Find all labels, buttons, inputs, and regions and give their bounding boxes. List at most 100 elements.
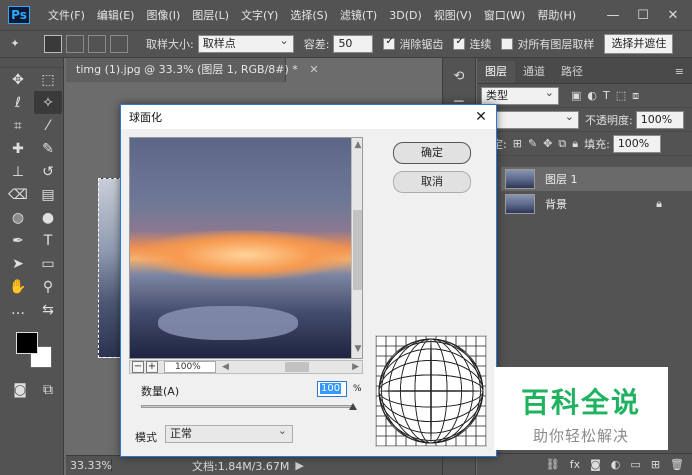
scroll-down-arrow-icon[interactable]: ▼ [352,344,362,354]
eyedropper-tool-icon[interactable]: ⁄ [34,114,62,137]
new-selection-icon[interactable] [44,35,62,53]
layer-kind-select[interactable]: 类型 [481,85,559,105]
history-brush-tool-icon[interactable]: ↺ [34,160,62,183]
link-layers-icon[interactable]: ⛓ [546,458,560,471]
filter-preview[interactable]: ▲ ▼ [129,137,363,359]
blur-tool-icon[interactable]: ◍ [4,206,32,229]
cancel-button[interactable]: 取消 [393,171,471,193]
ok-button[interactable]: 确定 [393,142,471,164]
swap-colors-icon[interactable]: ⇆ [34,298,62,321]
tab-channels[interactable]: 通道 [515,61,553,83]
layer-row-background[interactable]: 背景 🔒︎ [501,192,692,216]
rectangle-tool-icon[interactable]: ▭ [34,252,62,275]
amount-slider-thumb[interactable] [349,403,357,410]
group-icon[interactable]: ▭ [630,458,640,471]
screen-mode-icon[interactable]: ⧉ [34,378,62,401]
eraser-tool-icon[interactable]: ⌫ [4,183,32,206]
tab-paths[interactable]: 路径 [553,61,591,83]
magic-wand-preset-icon[interactable]: ✦ [6,35,24,53]
menu-filter[interactable]: 滤镜(T) [334,7,383,23]
document-tab[interactable]: timg (1).jpg @ 33.3% (图层 1, RGB/8#) * ✕ [66,58,319,82]
preview-scroll-thumb[interactable] [353,210,362,290]
crop-tool-icon[interactable]: ⌗ [4,114,32,137]
move-tool-icon[interactable]: ✥ [4,68,32,91]
lock-transparency-icon[interactable]: ⊞ [513,137,522,150]
marquee-tool-icon[interactable]: ⬚ [34,68,62,91]
menu-help[interactable]: 帮助(H) [531,7,582,23]
dialog-close-icon[interactable]: ✕ [466,109,496,125]
menu-3d[interactable]: 3D(D) [383,9,428,22]
preview-vertical-scrollbar[interactable]: ▲ ▼ [351,138,362,358]
contiguous-checkbox[interactable] [453,36,466,50]
menu-select[interactable]: 选择(S) [284,7,334,23]
delete-layer-icon[interactable]: 🗑︎ [670,458,684,471]
lock-all-icon[interactable]: 🔒︎ [572,137,578,151]
dodge-tool-icon[interactable]: ● [34,206,62,229]
gradient-tool-icon[interactable]: ▤ [34,183,62,206]
scroll-up-arrow-icon[interactable]: ▲ [352,140,362,150]
fx-icon[interactable]: fx [570,458,580,471]
path-selection-tool-icon[interactable]: ➤ [4,252,32,275]
panel-menu-icon[interactable]: ≡ [675,61,684,83]
lock-artboard-icon[interactable]: ⧉ [558,137,566,151]
lock-paint-icon[interactable]: ✎ [528,137,537,150]
pen-tool-icon[interactable]: ✒ [4,229,32,252]
preview-image[interactable] [130,138,351,358]
new-layer-icon[interactable]: ⊞ [651,458,660,471]
mode-select[interactable]: 正常 [165,423,293,443]
add-mask-icon[interactable]: ◙ [590,458,601,471]
clone-stamp-tool-icon[interactable]: ⊥ [4,160,32,183]
brush-tool-icon[interactable]: ✎ [34,137,62,160]
sample-size-select[interactable]: 取样点 [197,33,294,53]
preview-horizontal-thumb[interactable] [284,362,309,372]
adjustment-layer-icon[interactable]: ◐ [611,458,621,471]
status-menu-arrow[interactable]: ▶ [295,459,303,472]
magic-wand-tool-icon[interactable]: ✧ [34,91,62,114]
history-panel-icon[interactable]: ⟲ [448,66,470,88]
healing-brush-tool-icon[interactable]: ✚ [4,137,32,160]
menu-layer[interactable]: 图层(L) [186,7,235,23]
filter-smart-icon[interactable]: ⧈ [632,89,639,103]
quick-mask-icon[interactable]: ◙ [6,378,34,401]
toolbar-grip[interactable] [0,58,63,68]
intersect-selection-icon[interactable] [110,35,128,53]
filter-pixel-icon[interactable]: ▣ [571,89,581,102]
maximize-button[interactable]: ☐ [628,8,658,23]
amount-input[interactable]: 100 [317,381,347,397]
filter-type-icon[interactable]: T [603,89,610,102]
lasso-tool-icon[interactable]: ℓ [4,91,32,114]
preview-zoom-select[interactable]: 100% [164,361,216,373]
close-tab-icon[interactable]: ✕ [309,63,318,76]
menu-type[interactable]: 文字(Y) [235,7,284,23]
antialias-checkbox[interactable] [383,36,396,50]
menu-window[interactable]: 窗口(W) [478,7,531,23]
menu-edit[interactable]: 编辑(E) [91,7,141,23]
layer-row-layer1[interactable]: 图层 1 [501,167,692,191]
type-tool-icon[interactable]: T [34,229,62,252]
sample-all-layers-checkbox[interactable] [501,38,514,50]
menu-view[interactable]: 视图(V) [428,7,478,23]
tolerance-input[interactable]: 50 [333,35,374,53]
zoom-in-icon[interactable]: + [146,361,158,373]
more-tools-icon[interactable]: … [4,298,32,321]
zoom-tool-icon[interactable]: ⚲ [34,275,62,298]
amount-slider-track[interactable] [141,405,353,408]
zoom-level[interactable]: 33.33% [66,459,112,472]
minimize-button[interactable]: — [598,8,628,23]
close-window-button[interactable]: ✕ [658,8,688,23]
scroll-left-arrow-icon[interactable]: ◀ [222,362,229,372]
subtract-selection-icon[interactable] [88,35,106,53]
lock-position-icon[interactable]: ✥ [543,137,552,150]
fill-input[interactable]: 100% [612,134,661,153]
add-selection-icon[interactable] [66,35,84,53]
filter-shape-icon[interactable]: ⬚ [616,89,626,102]
opacity-input[interactable]: 100% [635,110,684,129]
zoom-out-icon[interactable]: − [132,361,144,373]
tab-layers[interactable]: 图层 [477,61,515,83]
filter-adjustment-icon[interactable]: ◐ [587,89,597,102]
menu-file[interactable]: 文件(F) [42,7,91,23]
menu-image[interactable]: 图像(I) [140,7,186,23]
scroll-right-arrow-icon[interactable]: ▶ [352,362,359,372]
select-and-mask-button[interactable]: 选择并遮住 [604,34,674,54]
foreground-color-swatch[interactable] [16,332,38,354]
